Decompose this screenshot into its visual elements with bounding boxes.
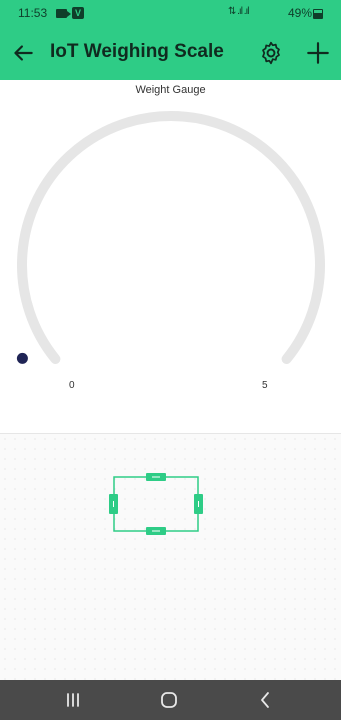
back-nav-icon[interactable] bbox=[253, 690, 277, 710]
status-time: 11:53 bbox=[18, 6, 48, 20]
resize-handle-box[interactable] bbox=[108, 472, 204, 536]
back-arrow-icon[interactable] bbox=[10, 40, 36, 66]
page-title: IoT Weighing Scale bbox=[50, 41, 224, 62]
system-nav-bar bbox=[0, 680, 341, 720]
v-app-icon: V bbox=[72, 7, 84, 19]
battery-icon bbox=[313, 9, 323, 19]
gear-icon[interactable] bbox=[258, 40, 284, 66]
app-bar: IoT Weighing Scale bbox=[0, 28, 341, 80]
weight-gauge-widget[interactable]: Weight Gauge 0 5 bbox=[0, 80, 341, 434]
plus-icon[interactable] bbox=[305, 40, 331, 66]
recent-apps-icon[interactable] bbox=[61, 690, 85, 710]
workspace-canvas[interactable] bbox=[0, 434, 341, 680]
gauge-min-label: 0 bbox=[69, 380, 75, 391]
gauge-track bbox=[17, 111, 325, 364]
video-camera-icon bbox=[56, 9, 71, 18]
status-bar: 11:53 V ⇅ .ıl .ıl 49% bbox=[0, 0, 341, 28]
signal-icons: ⇅ .ıl .ıl bbox=[228, 6, 249, 17]
gauge-svg bbox=[16, 111, 325, 364]
gauge-indicator bbox=[16, 352, 28, 364]
gauge-max-label: 5 bbox=[262, 380, 268, 391]
battery-percentage: 49% bbox=[288, 6, 313, 20]
home-icon[interactable] bbox=[157, 690, 181, 710]
